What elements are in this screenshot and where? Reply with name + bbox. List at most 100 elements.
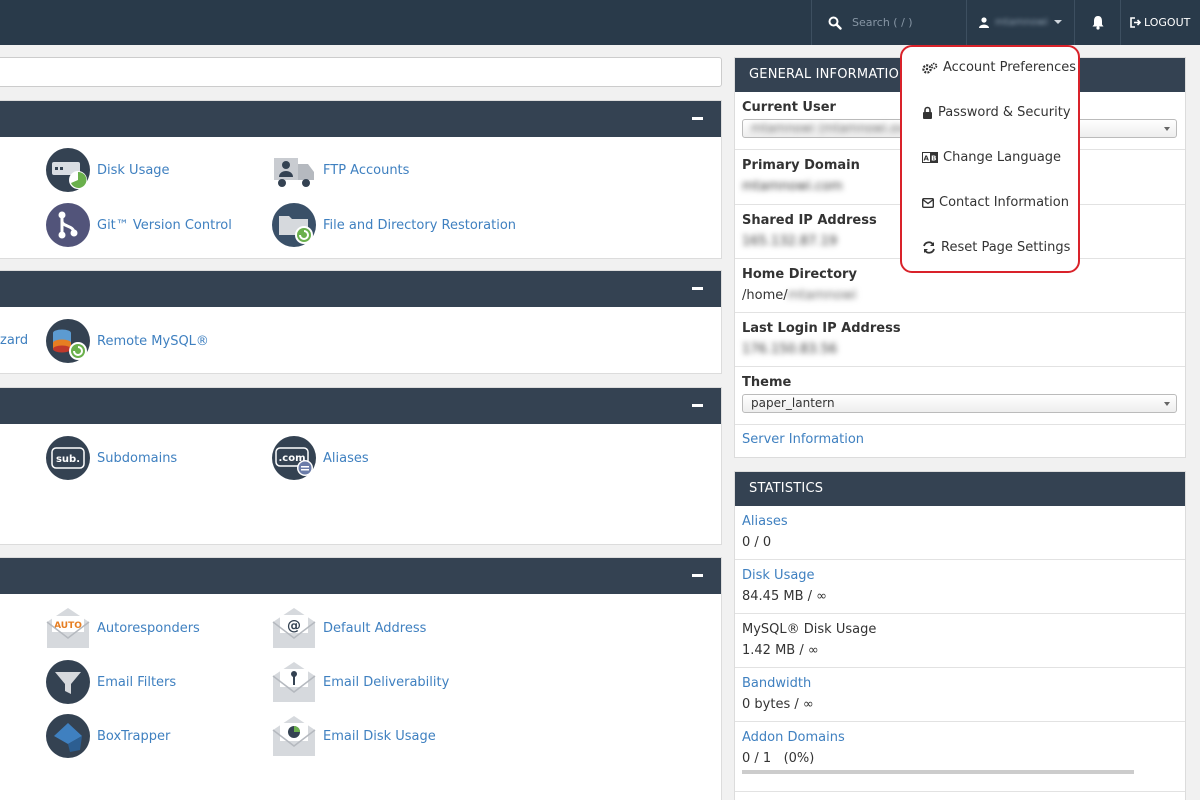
- current-user-value: mtamnowi (mtamnowi.ovh): [751, 121, 918, 135]
- files-panel-header: [0, 101, 721, 137]
- notifications-button[interactable]: [1074, 0, 1120, 45]
- stat-value: 84.45 MB / ∞: [742, 589, 827, 604]
- app-file-directory-restoration[interactable]: File and Directory Restoration: [272, 203, 516, 247]
- databases-panel-header: [0, 271, 721, 307]
- app-label[interactable]: BoxTrapper: [97, 729, 170, 744]
- user-dropdown-menu: Account Preferences Password & Security …: [900, 45, 1080, 273]
- svg-text:B: B: [931, 155, 936, 163]
- statistics-panel: STATISTICS Aliases 0 / 0 Disk Usage 84.4…: [734, 471, 1186, 800]
- svg-text:@: @: [287, 618, 301, 634]
- email-disk-usage-icon: [272, 716, 316, 756]
- language-icon: AB: [922, 152, 938, 163]
- icon-badge: sub.: [56, 454, 80, 465]
- user-icon: [979, 17, 989, 28]
- menu-item-contact-information[interactable]: Contact Information: [922, 195, 1069, 210]
- default-address-icon: @: [272, 608, 316, 648]
- app-boxtrapper[interactable]: BoxTrapper: [46, 714, 170, 758]
- search-input[interactable]: [852, 16, 962, 29]
- last-login-value: 176.150.83.56: [742, 342, 838, 357]
- app-label[interactable]: FTP Accounts: [323, 163, 409, 178]
- app-remote-mysql[interactable]: Remote MySQL®: [46, 319, 209, 363]
- stat-label[interactable]: Aliases: [742, 514, 1177, 529]
- boxtrapper-icon: [46, 714, 90, 758]
- menu-item-label: Account Preferences: [943, 60, 1077, 75]
- app-ftp-accounts[interactable]: FTP Accounts: [272, 148, 409, 192]
- menu-item-label: Password & Security: [938, 105, 1071, 120]
- collapse-icon[interactable]: [692, 404, 703, 407]
- app-label[interactable]: Subdomains: [97, 451, 177, 466]
- theme-select[interactable]: paper_lantern: [742, 394, 1177, 413]
- stat-value: 1.42 MB / ∞: [742, 643, 819, 658]
- app-disk-usage[interactable]: Disk Usage: [46, 148, 170, 192]
- collapse-icon[interactable]: [692, 287, 703, 290]
- stat-label: MySQL® Disk Usage: [742, 622, 877, 637]
- menu-item-change-language[interactable]: AB Change Language: [922, 150, 1061, 165]
- stat-disk-usage: Disk Usage 84.45 MB / ∞: [735, 560, 1185, 614]
- username: mtamnowi: [995, 17, 1048, 28]
- chevron-down-icon: [1054, 20, 1062, 24]
- stat-value: 0 / 0: [742, 535, 772, 550]
- subdomain-icon: sub.: [46, 436, 90, 480]
- email-panel-header: [0, 558, 721, 594]
- server-information-link[interactable]: Server Information: [742, 432, 864, 447]
- domains-panel-header: [0, 388, 721, 424]
- logout-label: LOGOUT: [1144, 16, 1191, 29]
- collapse-icon[interactable]: [692, 117, 703, 120]
- refresh-icon: [923, 241, 935, 254]
- menu-item-password-security[interactable]: Password & Security: [922, 105, 1071, 120]
- app-email-deliverability[interactable]: Email Deliverability: [272, 660, 449, 704]
- stat-mysql-disk-usage: MySQL® Disk Usage 1.42 MB / ∞: [735, 614, 1185, 668]
- addon-domains-progress-bar: [742, 770, 1134, 774]
- logout-button[interactable]: LOGOUT: [1120, 0, 1200, 45]
- app-label[interactable]: Aliases: [323, 451, 369, 466]
- remote-mysql-icon: [46, 319, 90, 363]
- app-label[interactable]: Email Filters: [97, 675, 176, 690]
- stat-value: 0 bytes / ∞: [742, 697, 814, 712]
- stat-addon-domains: Addon Domains 0 / 1 (0%): [735, 722, 1185, 792]
- last-login-label: Last Login IP Address: [742, 321, 901, 336]
- disk-usage-icon: [46, 148, 90, 192]
- server-info-row: Server Information: [735, 425, 1185, 447]
- app-email-disk-usage[interactable]: Email Disk Usage: [272, 714, 436, 758]
- stat-label[interactable]: Addon Domains: [742, 730, 1177, 745]
- email-filter-icon: [46, 660, 90, 704]
- app-label[interactable]: zard: [0, 333, 28, 348]
- app-autoresponders[interactable]: AUTO Autoresponders: [46, 606, 200, 650]
- menu-item-reset-page-settings[interactable]: Reset Page Settings: [922, 240, 1070, 255]
- stat-label[interactable]: Disk Usage: [742, 568, 1177, 583]
- app-label[interactable]: Email Deliverability: [323, 675, 449, 690]
- theme-value: paper_lantern: [751, 396, 835, 410]
- menu-item-label: Contact Information: [939, 195, 1069, 210]
- chevron-down-icon: [1164, 127, 1170, 131]
- email-deliverability-icon: [272, 662, 316, 702]
- menu-item-label: Reset Page Settings: [941, 240, 1071, 255]
- app-mysql-wizard-partial[interactable]: zard: [0, 333, 28, 348]
- app-git-version-control[interactable]: Git™ Version Control: [46, 203, 232, 247]
- aliases-icon: .com: [272, 436, 316, 480]
- menu-item-account-preferences[interactable]: Account Preferences: [922, 60, 1076, 75]
- app-label[interactable]: Git™ Version Control: [97, 218, 232, 233]
- top-search[interactable]: [811, 0, 966, 45]
- app-subdomains[interactable]: sub. Subdomains: [46, 436, 177, 480]
- collapse-icon[interactable]: [692, 574, 703, 577]
- lock-icon: [923, 106, 932, 119]
- app-label[interactable]: Default Address: [323, 621, 426, 636]
- app-label[interactable]: Autoresponders: [97, 621, 200, 636]
- autoresponder-icon: AUTO: [46, 608, 90, 648]
- app-label[interactable]: Disk Usage: [97, 163, 170, 178]
- stat-value: 0 / 1 (0%): [742, 751, 815, 766]
- stat-label[interactable]: Bandwidth: [742, 676, 1177, 691]
- app-aliases[interactable]: .com Aliases: [272, 436, 369, 480]
- statistics-title: STATISTICS: [735, 472, 1185, 506]
- app-label[interactable]: Remote MySQL®: [97, 334, 209, 349]
- user-menu-toggle[interactable]: mtamnowi: [966, 0, 1074, 45]
- app-email-filters[interactable]: Email Filters: [46, 660, 176, 704]
- app-default-address[interactable]: @ Default Address: [272, 606, 426, 650]
- quick-find-input[interactable]: [0, 57, 722, 87]
- app-label[interactable]: File and Directory Restoration: [323, 218, 516, 233]
- chevron-down-icon: [1164, 402, 1170, 406]
- gears-icon: [922, 62, 938, 74]
- app-label[interactable]: Email Disk Usage: [323, 729, 436, 744]
- theme-label: Theme: [742, 375, 792, 390]
- theme-row: Theme paper_lantern: [735, 367, 1185, 425]
